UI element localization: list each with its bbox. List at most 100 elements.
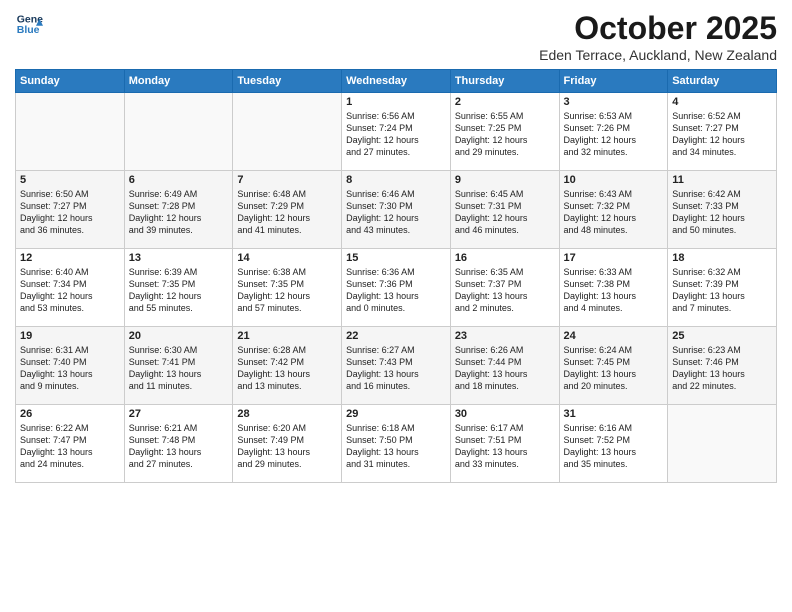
- day-info: Sunrise: 6:46 AM: [346, 188, 446, 200]
- day-info: Sunset: 7:33 PM: [672, 200, 772, 212]
- day-info: Sunset: 7:36 PM: [346, 278, 446, 290]
- day-number: 8: [346, 174, 446, 186]
- day-info: Sunset: 7:48 PM: [129, 434, 229, 446]
- day-info: Daylight: 13 hours: [346, 368, 446, 380]
- day-info: Sunset: 7:52 PM: [564, 434, 664, 446]
- day-info: Daylight: 13 hours: [455, 368, 555, 380]
- day-number: 22: [346, 330, 446, 342]
- calendar-cell: 26Sunrise: 6:22 AMSunset: 7:47 PMDayligh…: [16, 405, 125, 483]
- day-info: Daylight: 13 hours: [455, 446, 555, 458]
- day-info: Sunset: 7:24 PM: [346, 122, 446, 134]
- day-info: and 27 minutes.: [129, 458, 229, 470]
- day-info: and 11 minutes.: [129, 380, 229, 392]
- calendar-cell: 14Sunrise: 6:38 AMSunset: 7:35 PMDayligh…: [233, 249, 342, 327]
- day-info: and 27 minutes.: [346, 146, 446, 158]
- day-header-friday: Friday: [559, 70, 668, 93]
- day-info: Sunrise: 6:52 AM: [672, 110, 772, 122]
- day-info: Sunset: 7:27 PM: [20, 200, 120, 212]
- day-number: 16: [455, 252, 555, 264]
- day-number: 20: [129, 330, 229, 342]
- week-row-2: 5Sunrise: 6:50 AMSunset: 7:27 PMDaylight…: [16, 171, 777, 249]
- day-header-saturday: Saturday: [668, 70, 777, 93]
- day-info: Sunset: 7:45 PM: [564, 356, 664, 368]
- day-info: Daylight: 12 hours: [346, 134, 446, 146]
- day-number: 14: [237, 252, 337, 264]
- day-info: and 18 minutes.: [455, 380, 555, 392]
- day-info: Daylight: 12 hours: [237, 212, 337, 224]
- day-info: Daylight: 13 hours: [672, 368, 772, 380]
- day-info: Sunset: 7:43 PM: [346, 356, 446, 368]
- day-number: 19: [20, 330, 120, 342]
- day-info: Sunset: 7:27 PM: [672, 122, 772, 134]
- day-info: Sunrise: 6:26 AM: [455, 344, 555, 356]
- week-row-5: 26Sunrise: 6:22 AMSunset: 7:47 PMDayligh…: [16, 405, 777, 483]
- day-info: Sunset: 7:29 PM: [237, 200, 337, 212]
- day-info: and 24 minutes.: [20, 458, 120, 470]
- day-info: Daylight: 13 hours: [346, 290, 446, 302]
- day-header-wednesday: Wednesday: [342, 70, 451, 93]
- calendar-cell: 18Sunrise: 6:32 AMSunset: 7:39 PMDayligh…: [668, 249, 777, 327]
- day-info: Sunset: 7:51 PM: [455, 434, 555, 446]
- day-info: Sunrise: 6:36 AM: [346, 266, 446, 278]
- day-info: Daylight: 12 hours: [20, 212, 120, 224]
- location: Eden Terrace, Auckland, New Zealand: [539, 47, 777, 63]
- calendar-cell: [124, 93, 233, 171]
- day-info: Sunset: 7:35 PM: [129, 278, 229, 290]
- day-info: and 50 minutes.: [672, 224, 772, 236]
- day-number: 28: [237, 408, 337, 420]
- day-info: Sunset: 7:38 PM: [564, 278, 664, 290]
- month-title: October 2025: [539, 10, 777, 47]
- day-info: Sunrise: 6:30 AM: [129, 344, 229, 356]
- day-number: 7: [237, 174, 337, 186]
- day-info: Sunrise: 6:39 AM: [129, 266, 229, 278]
- calendar-cell: 5Sunrise: 6:50 AMSunset: 7:27 PMDaylight…: [16, 171, 125, 249]
- calendar-cell: 25Sunrise: 6:23 AMSunset: 7:46 PMDayligh…: [668, 327, 777, 405]
- day-number: 11: [672, 174, 772, 186]
- day-info: and 33 minutes.: [455, 458, 555, 470]
- day-info: Sunset: 7:44 PM: [455, 356, 555, 368]
- day-number: 6: [129, 174, 229, 186]
- day-info: Sunset: 7:31 PM: [455, 200, 555, 212]
- day-number: 4: [672, 96, 772, 108]
- calendar-cell: 4 Sunrise: 6:52 AMSunset: 7:27 PMDaylight…: [668, 93, 777, 171]
- day-info: Sunrise: 6:40 AM: [20, 266, 120, 278]
- calendar-cell: 23Sunrise: 6:26 AMSunset: 7:44 PMDayligh…: [450, 327, 559, 405]
- day-info: Sunset: 7:41 PM: [129, 356, 229, 368]
- calendar-cell: 3Sunrise: 6:53 AMSunset: 7:26 PMDaylight…: [559, 93, 668, 171]
- day-number: 10: [564, 174, 664, 186]
- day-info: Daylight: 12 hours: [672, 134, 772, 146]
- day-info: Daylight: 13 hours: [564, 368, 664, 380]
- day-info: Sunset: 7:47 PM: [20, 434, 120, 446]
- day-info: and 29 minutes.: [237, 458, 337, 470]
- day-info: Daylight: 13 hours: [20, 446, 120, 458]
- day-info: and 20 minutes.: [564, 380, 664, 392]
- day-info: Daylight: 13 hours: [129, 446, 229, 458]
- day-info: Daylight: 12 hours: [346, 212, 446, 224]
- day-info: Sunrise: 6:48 AM: [237, 188, 337, 200]
- day-info: and 32 minutes.: [564, 146, 664, 158]
- calendar-cell: 17Sunrise: 6:33 AMSunset: 7:38 PMDayligh…: [559, 249, 668, 327]
- day-info: Daylight: 12 hours: [129, 290, 229, 302]
- day-info: Daylight: 13 hours: [20, 368, 120, 380]
- day-number: 1: [346, 96, 446, 108]
- day-info: Daylight: 12 hours: [564, 134, 664, 146]
- calendar-cell: [233, 93, 342, 171]
- day-info: Sunset: 7:32 PM: [564, 200, 664, 212]
- day-info: Daylight: 13 hours: [129, 368, 229, 380]
- day-info: and 41 minutes.: [237, 224, 337, 236]
- calendar-cell: 22Sunrise: 6:27 AMSunset: 7:43 PMDayligh…: [342, 327, 451, 405]
- day-info: Sunrise: 6:28 AM: [237, 344, 337, 356]
- day-info: Daylight: 13 hours: [564, 446, 664, 458]
- calendar-cell: [16, 93, 125, 171]
- day-info: Sunrise: 6:20 AM: [237, 422, 337, 434]
- day-info: and 43 minutes.: [346, 224, 446, 236]
- day-info: Sunrise: 6:32 AM: [672, 266, 772, 278]
- header: General Blue October 2025 Eden Terrace, …: [15, 10, 777, 63]
- day-info: Sunset: 7:50 PM: [346, 434, 446, 446]
- calendar-cell: 31Sunrise: 6:16 AMSunset: 7:52 PMDayligh…: [559, 405, 668, 483]
- day-info: Daylight: 13 hours: [237, 368, 337, 380]
- day-info: Daylight: 13 hours: [346, 446, 446, 458]
- day-info: Sunrise: 6:23 AM: [672, 344, 772, 356]
- calendar-cell: 30Sunrise: 6:17 AMSunset: 7:51 PMDayligh…: [450, 405, 559, 483]
- day-info: Daylight: 12 hours: [455, 134, 555, 146]
